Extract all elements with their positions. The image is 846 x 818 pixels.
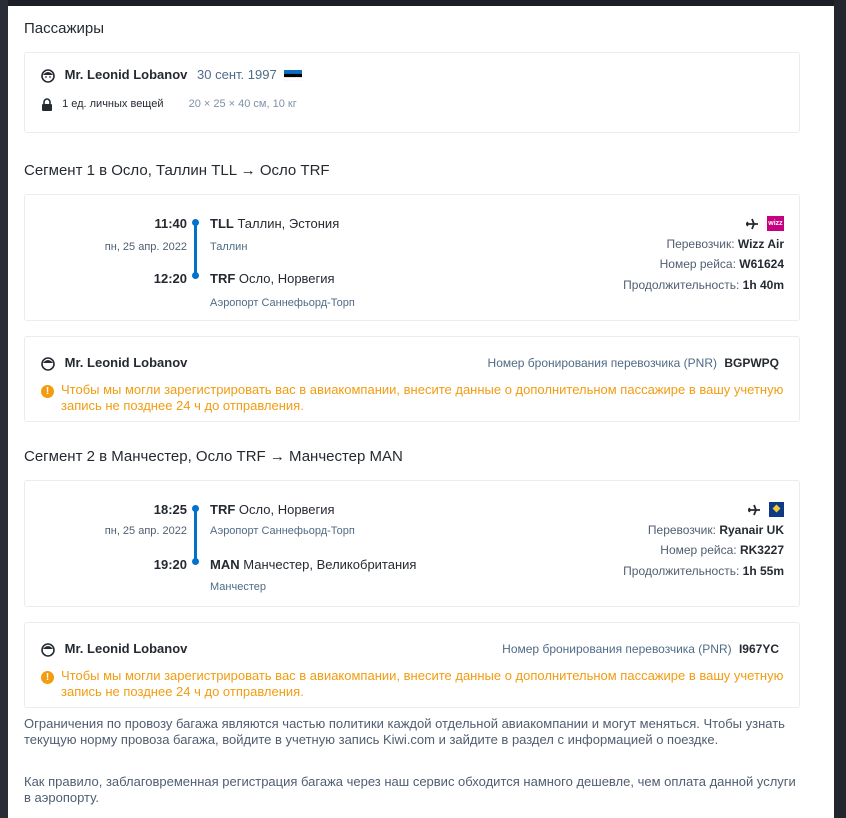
ryanair-logo-icon bbox=[769, 502, 784, 518]
baggage-checkin-note: Как правило, заблаговременная регистраци… bbox=[24, 774, 796, 805]
segment-2-pnr-label: Номер бронирования перевозчика (PNR) bbox=[502, 642, 732, 656]
segment-2-carrier-value: Ryanair UK bbox=[719, 523, 784, 537]
passenger-icon bbox=[41, 356, 55, 371]
segment-2-heading: Сегмент 2 в Манчестер, Осло TRF → Манчес… bbox=[24, 448, 403, 465]
segment-1-carrier-value: Wizz Air bbox=[737, 237, 784, 251]
booking-details-page: Пассажиры Mr. Leonid Lobanov 30 сент. 19… bbox=[8, 6, 834, 818]
segment-2-flight-label: Номер рейса: bbox=[660, 543, 737, 557]
segment-1-pax-row: Mr. Leonid Lobanov bbox=[41, 355, 187, 371]
segment-1-dep-place: TLL Таллин, Эстония bbox=[210, 216, 339, 231]
segment-2-duration-value: 1h 55m bbox=[742, 564, 784, 578]
passenger-row: Mr. Leonid Lobanov 30 сент. 1997 bbox=[41, 67, 303, 83]
segment-2-dep-time: 18:25 bbox=[153, 502, 187, 517]
segment-2-dep-code: TRF bbox=[210, 502, 236, 517]
segment-1-arr-dot bbox=[192, 272, 199, 279]
segment-1-carrier-label: Перевозчик: bbox=[666, 237, 735, 251]
segment-1-pnr-value: BGPWPQ bbox=[724, 356, 779, 370]
warning-icon: ! bbox=[41, 671, 54, 684]
segment-2-arr-airport: Манчестер bbox=[210, 581, 266, 593]
segment-2-arr-place: MAN Манчестер, Великобритания bbox=[210, 557, 416, 572]
airplane-icon bbox=[747, 504, 760, 516]
segment-1-warning: Чтобы мы могли зарегистрировать вас в ав… bbox=[61, 382, 784, 413]
segment-1-arr-city: Осло, Норвегия bbox=[238, 271, 335, 286]
segment-1-dep-time: 11:40 bbox=[154, 216, 187, 231]
lock-icon bbox=[42, 98, 52, 111]
segment-1-pnr: Номер бронирования перевозчика (PNR) BGP… bbox=[488, 356, 779, 370]
segment-1-arr-place: TRF Осло, Норвегия bbox=[210, 271, 335, 286]
segment-1-flight-label: Номер рейса: bbox=[659, 257, 736, 271]
segment-1-pnr-card: Mr. Leonid Lobanov Номер бронирования пе… bbox=[24, 336, 800, 422]
segment-1-carrier-logos: wizz bbox=[745, 216, 784, 232]
passenger-name: Mr. Leonid Lobanov bbox=[64, 67, 188, 82]
passenger-dob: 30 сент. 1997 bbox=[197, 67, 277, 82]
segment-1-arr-time: 12:20 bbox=[153, 271, 187, 286]
segment-1-dep-date: пн, 25 апр. 2022 bbox=[104, 241, 187, 253]
segment-1-heading: Сегмент 1 в Осло, Таллин TLL → Осло TRF bbox=[24, 162, 330, 179]
segment-1-pnr-label: Номер бронирования перевозчика (PNR) bbox=[487, 356, 717, 370]
segment-1-duration-label: Продолжительность: bbox=[623, 278, 740, 292]
segment-2-card: 18:25 пн, 25 апр. 2022 19:20 TRF Осло, Н… bbox=[24, 480, 800, 607]
segment-2-arr-dot bbox=[192, 558, 199, 565]
segment-2-dep-dot bbox=[192, 505, 199, 512]
segment-2-duration-label: Продолжительность: bbox=[623, 564, 740, 578]
segment-2-dep-airport: Аэропорт Саннефьорд-Торп bbox=[210, 525, 355, 537]
segment-2-pnr-value: I967YC bbox=[738, 642, 779, 656]
segment-2-duration: Продолжительность: 1h 55m bbox=[623, 564, 784, 578]
passenger-icon bbox=[41, 642, 55, 657]
window-frame-right bbox=[834, 0, 846, 818]
segment-1-card: 11:40 пн, 25 апр. 2022 12:20 TLL Таллин,… bbox=[24, 194, 800, 321]
segment-2-pnr-card: Mr. Leonid Lobanov Номер бронирования пе… bbox=[24, 622, 800, 708]
segment-1-flight-value: W61624 bbox=[739, 257, 784, 271]
segment-2-carrier: Перевозчик: Ryanair UK bbox=[648, 523, 784, 537]
wizz-air-logo-icon: wizz bbox=[767, 216, 784, 232]
segment-1-pax-name: Mr. Leonid Lobanov bbox=[64, 355, 188, 370]
segment-2-arr-time: 19:20 bbox=[153, 557, 187, 572]
baggage-size: 20 × 25 × 40 см, 10 кг bbox=[188, 98, 297, 111]
segment-1-flight: Номер рейса: W61624 bbox=[660, 257, 784, 271]
segment-2-carrier-logos bbox=[747, 502, 784, 518]
segment-2-pax-name: Mr. Leonid Lobanov bbox=[64, 641, 188, 656]
segment-2-carrier-label: Перевозчик: bbox=[647, 523, 716, 537]
segment-2-flight: Номер рейса: RK3227 bbox=[660, 543, 784, 557]
segment-1-dep-airport: Таллин bbox=[210, 241, 248, 253]
segment-1-carrier: Перевозчик: Wizz Air bbox=[666, 237, 784, 251]
segment-2-dep-date: пн, 25 апр. 2022 bbox=[104, 525, 187, 537]
passengers-heading: Пассажиры bbox=[24, 20, 105, 37]
segment-2-arr-code: MAN bbox=[210, 557, 240, 572]
passenger-icon bbox=[41, 68, 55, 83]
baggage-row: 1 ед. личных вещей 20 × 25 × 40 см, 10 к… bbox=[41, 98, 297, 111]
segment-2-dep-place: TRF Осло, Норвегия bbox=[210, 502, 335, 517]
segment-1-duration: Продолжительность: 1h 40m bbox=[623, 278, 784, 292]
airplane-icon bbox=[745, 218, 758, 230]
segment-2-pax-row: Mr. Leonid Lobanov bbox=[41, 641, 187, 657]
segment-2-warning: Чтобы мы могли зарегистрировать вас в ав… bbox=[61, 668, 784, 699]
segment-1-dep-code: TLL bbox=[210, 216, 234, 231]
segment-2-dep-city: Осло, Норвегия bbox=[238, 502, 335, 517]
estonia-flag-icon bbox=[284, 70, 303, 82]
segment-2-timeline bbox=[194, 508, 197, 563]
segment-1-dep-dot bbox=[192, 219, 199, 226]
segment-1-arr-code: TRF bbox=[210, 271, 236, 286]
segment-2-pnr: Номер бронирования перевозчика (PNR) I96… bbox=[502, 642, 779, 656]
segment-2-arr-city: Манчестер, Великобритания bbox=[243, 557, 417, 572]
segment-1-dep-city: Таллин, Эстония bbox=[237, 216, 340, 231]
segment-1-arr-airport: Аэропорт Саннефьорд-Торп bbox=[210, 297, 355, 309]
segment-1-duration-value: 1h 40m bbox=[742, 278, 784, 292]
warning-icon: ! bbox=[41, 385, 54, 398]
baggage-label: 1 ед. личных вещей bbox=[62, 98, 164, 111]
baggage-policy-note: Ограничения по провозу багажа являются ч… bbox=[24, 716, 785, 747]
window-frame-left bbox=[0, 0, 8, 818]
segment-2-flight-value: RK3227 bbox=[739, 543, 784, 557]
segment-1-timeline bbox=[194, 222, 197, 277]
passenger-card: Mr. Leonid Lobanov 30 сент. 1997 1 ед. л… bbox=[24, 52, 800, 133]
